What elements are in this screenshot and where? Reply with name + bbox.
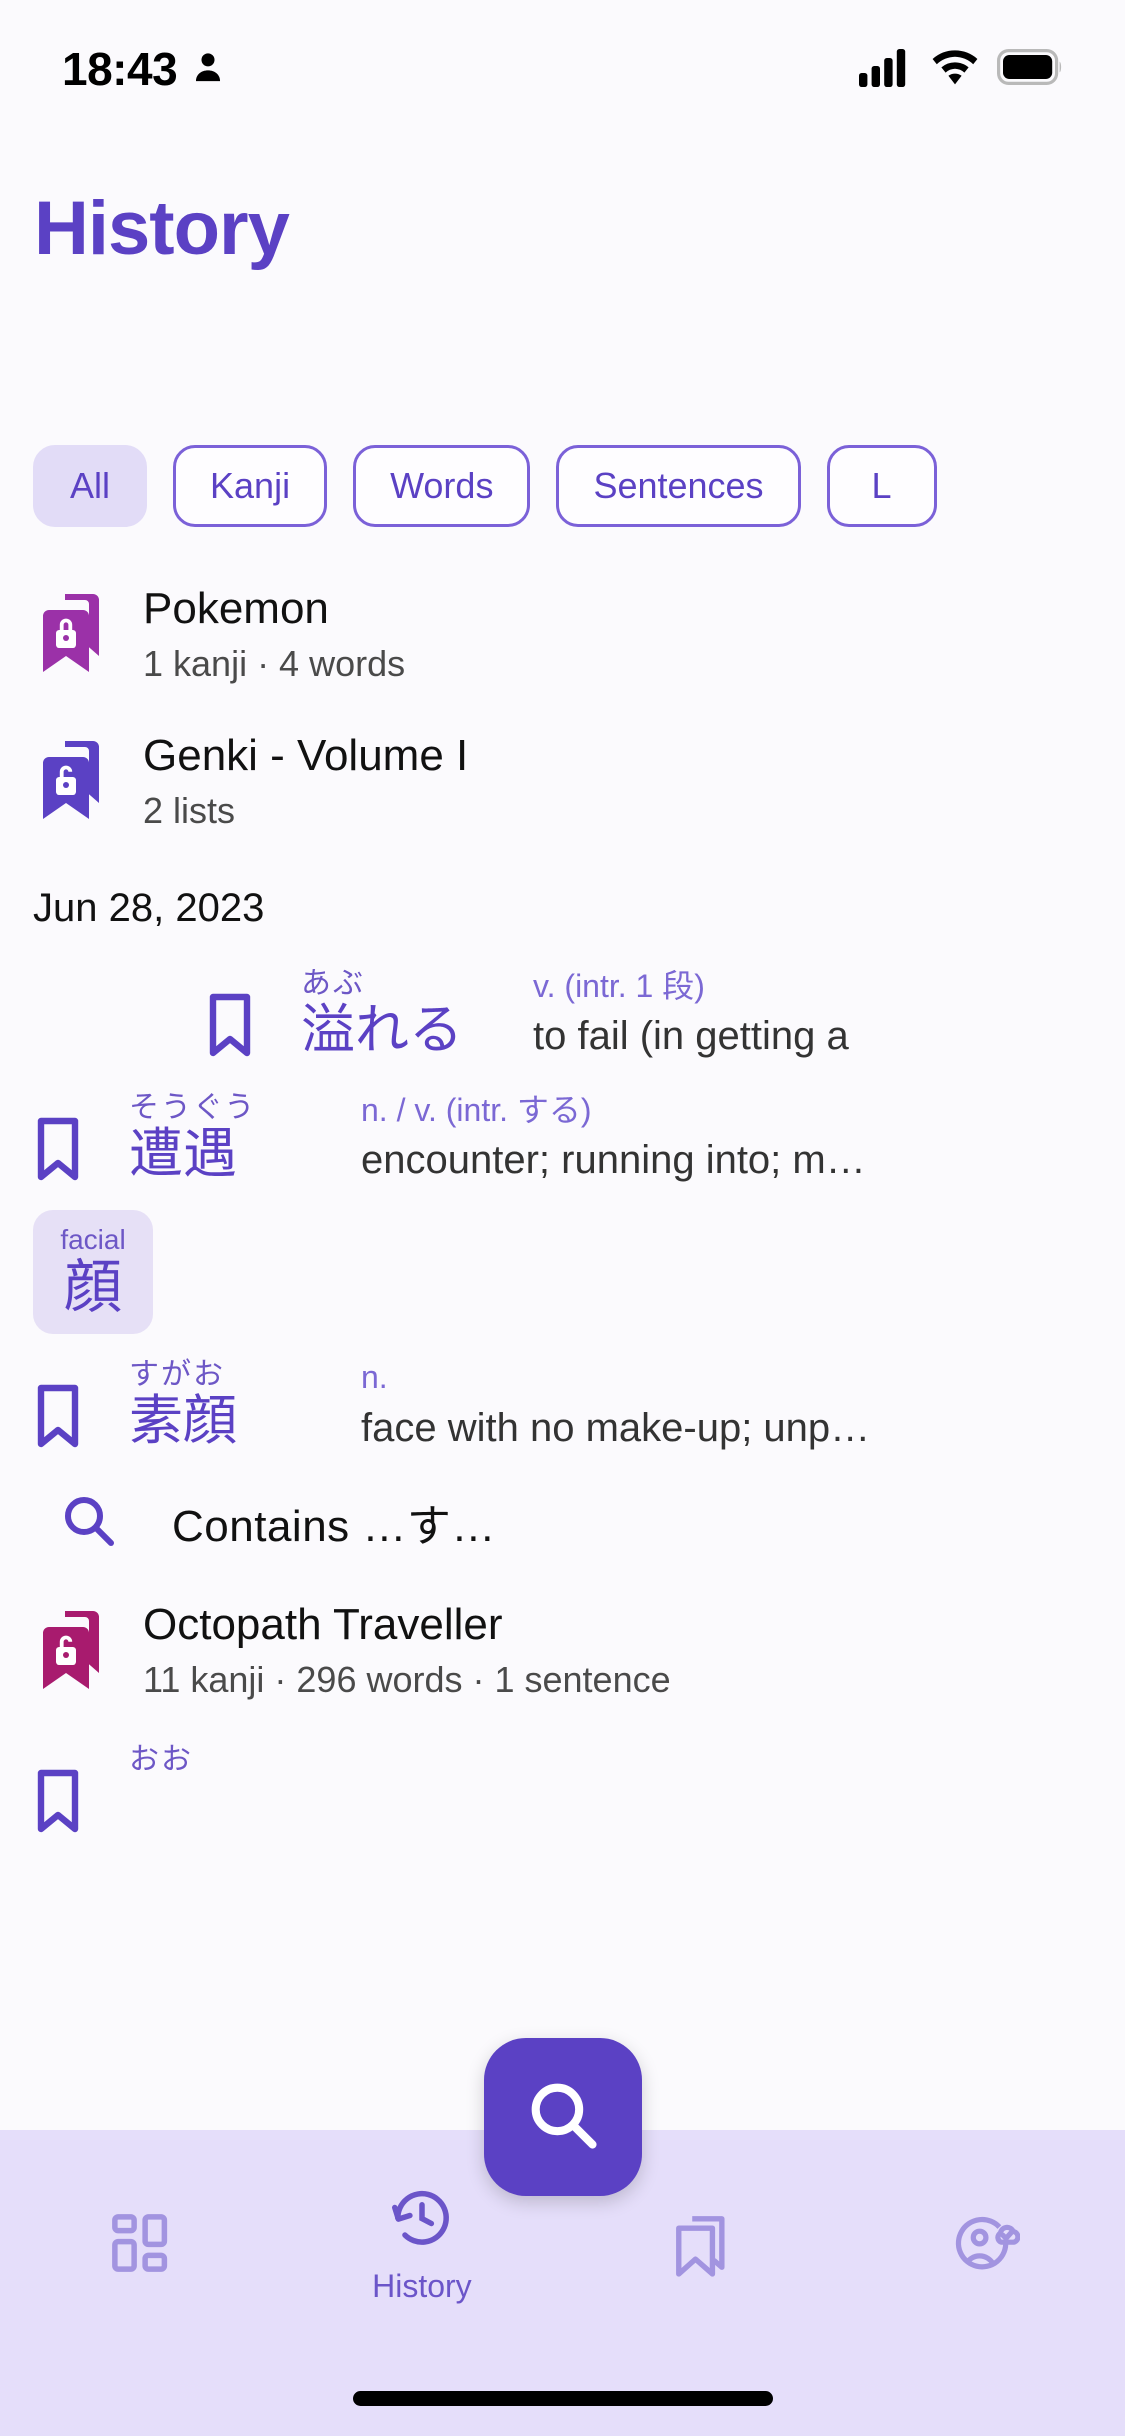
list-item-text: Pokemon 1 kanji · 4 words [143,582,405,685]
filter-chip-kanji[interactable]: Kanji [173,445,328,527]
list-item-title: Genki - Volume I [143,730,469,780]
word-entry-row[interactable]: そうぐう 遭遇 n. / v. (intr. する) encounter; ru… [0,1077,1125,1201]
unlocked-bookmark-stack-icon [33,739,119,821]
history-clock-icon [389,2185,455,2256]
word-definition: n. / v. (intr. する) encounter; running in… [361,1091,866,1185]
status-time: 18:43 [62,43,178,95]
bookmark-outline-icon[interactable] [205,967,281,1062]
word-part-of-speech: n. / v. (intr. する) [361,1091,592,1128]
list-item[interactable]: Pokemon 1 kanji · 4 words [0,560,1125,707]
bookmark-outline-icon[interactable] [33,1358,109,1453]
kanji-card-row[interactable]: facial 顔 [0,1200,1125,1344]
nav-item-profile[interactable] [844,2130,1125,2360]
list-item-text: Genki - Volume I 2 lists [143,729,468,832]
bookmark-stack-icon [670,2208,736,2283]
word-entry-row[interactable]: あぶ 溢れる v. (intr. 1 段) to fail (in gettin… [0,953,1125,1077]
search-fab-button[interactable] [483,2038,642,2196]
list-item-subtitle: 2 lists [143,789,236,831]
kanji-card[interactable]: facial 顔 [33,1210,153,1335]
search-icon [524,2076,602,2159]
filter-chip-all[interactable]: All [33,445,148,527]
list-item-subtitle: 11 kanji · 296 words · 1 sentence [143,1658,671,1700]
status-bar-left: 18:43 [62,42,225,96]
status-bar: 18:43 [0,0,1125,110]
word-kanji: 溢れる [301,999,463,1060]
word-japanese: すがお 素顔 [129,1358,329,1454]
word-furigana: あぶ [301,966,365,1000]
wifi-icon [931,48,979,91]
word-furigana: おお [129,1742,193,1776]
word-definition: n. face with no make-up; unp… [361,1358,870,1452]
word-japanese: あぶ 溢れる [301,967,501,1063]
word-entry-row[interactable]: すがお 素顔 n. face with no make-up; unp… [0,1344,1125,1468]
word-meaning: face with no make-up; unp… [361,1405,871,1450]
word-furigana: そうぐう [129,1090,257,1124]
filter-chip-words[interactable]: Words [353,445,531,527]
cellular-signal-icon [859,47,913,92]
person-icon [191,47,225,92]
word-kanji: 素顔 [129,1391,237,1452]
locked-bookmark-stack-icon [33,592,119,674]
search-history-label: Contains …す… [172,1502,496,1552]
nav-item-history-label: History [372,2268,472,2304]
search-history-row[interactable]: Contains …す… [0,1468,1125,1576]
status-bar-right [859,47,1063,92]
word-definition: v. (intr. 1 段) to fail (in getting a [533,967,849,1061]
word-furigana: すがお [129,1358,225,1392]
word-meaning: encounter; running into; m… [361,1137,866,1182]
kanji-card-meaning: facial [60,1223,126,1255]
battery-icon [997,48,1063,90]
word-meaning: to fail (in getting a [533,1014,849,1059]
home-indicator [352,2391,773,2406]
word-entry-row-partial[interactable]: おお [0,1723,1125,1838]
search-icon [60,1492,116,1553]
bookmark-outline-icon[interactable] [33,1743,109,1838]
list-item-title: Octopath Traveller [143,1600,503,1650]
page-title: History [34,186,290,271]
word-part-of-speech: v. (intr. 1 段) [533,967,705,1004]
filter-chip-lists[interactable]: L [826,445,937,527]
dashboard-grid-icon [108,2210,174,2281]
kanji-card-character: 顔 [63,1254,122,1320]
list-item-title: Pokemon [143,584,329,633]
list-item-text: Octopath Traveller 11 kanji · 296 words … [143,1598,671,1701]
word-japanese: おお [129,1743,329,1776]
list-item[interactable]: Genki - Volume I 2 lists [0,707,1125,854]
list-item[interactable]: Octopath Traveller 11 kanji · 296 words … [0,1576,1125,1723]
unlocked-bookmark-stack-icon [33,1609,119,1691]
word-kanji: 遭遇 [129,1123,237,1184]
date-header: Jun 28, 2023 [33,885,265,930]
filter-chip-row[interactable]: All Kanji Words Sentences L [0,434,1125,538]
nav-item-dashboard[interactable] [0,2130,281,2360]
profile-cloud-sync-icon [948,2210,1021,2281]
word-japanese: そうぐう 遭遇 [129,1091,329,1187]
bookmark-outline-icon[interactable] [33,1091,109,1186]
filter-chip-sentences[interactable]: Sentences [556,445,801,527]
word-part-of-speech: n. [361,1359,388,1396]
list-item-subtitle: 1 kanji · 4 words [143,642,406,684]
